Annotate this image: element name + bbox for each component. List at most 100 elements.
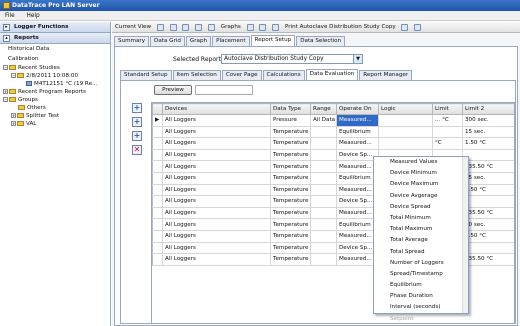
grid-cell[interactable]: 135.50 °C bbox=[462, 160, 514, 173]
tree-node[interactable]: − 2/8/2011 10:08:00 bbox=[0, 72, 110, 80]
grid-cell[interactable]: Temperature bbox=[270, 253, 311, 266]
grid-cell[interactable]: Temperature bbox=[270, 206, 311, 220]
nav-item-calibration[interactable]: Calibration bbox=[0, 54, 110, 64]
setup-tab[interactable]: Standard Setup bbox=[120, 70, 172, 80]
grid-cell[interactable]: Temperature bbox=[270, 195, 311, 208]
dropdown-option[interactable]: Device Spread bbox=[374, 202, 468, 213]
view-tab[interactable]: Data Grid bbox=[150, 36, 185, 46]
column-header[interactable]: Range bbox=[310, 103, 337, 115]
dropdown-scrollbar[interactable] bbox=[462, 157, 468, 313]
grid-cell[interactable]: 15 sec. bbox=[462, 171, 514, 185]
zoom-in-icon[interactable] bbox=[246, 24, 254, 31]
delete-row-icon[interactable]: ✕ bbox=[132, 145, 142, 155]
grid-cell[interactable] bbox=[378, 125, 433, 139]
grid-cell[interactable] bbox=[378, 137, 433, 150]
setup-tab[interactable]: Data Evaluation bbox=[305, 69, 359, 80]
collapse-icon[interactable]: ▴ bbox=[3, 35, 10, 42]
grid-cell[interactable]: 135.50 °C bbox=[462, 253, 514, 266]
dropdown-option[interactable]: Phase Duration bbox=[374, 291, 468, 302]
grid-cell[interactable]: 1.50 °C bbox=[462, 229, 514, 243]
undo-icon[interactable] bbox=[182, 24, 190, 31]
print-preview-icon[interactable] bbox=[414, 24, 422, 31]
grid-cell[interactable]: All Loggers bbox=[162, 125, 271, 139]
grid-cell[interactable]: 300 sec. bbox=[462, 114, 514, 127]
grid-cell[interactable]: All Loggers bbox=[162, 253, 271, 266]
tree-node[interactable]: + Splitter Test bbox=[0, 112, 110, 120]
grid-cell[interactable] bbox=[378, 114, 433, 127]
row-selector[interactable] bbox=[152, 195, 163, 208]
chevron-down-icon[interactable]: ▼ bbox=[353, 55, 362, 63]
grid-cell[interactable] bbox=[310, 125, 337, 139]
dropdown-option[interactable]: Device Minimum bbox=[374, 168, 468, 179]
grid-cell[interactable] bbox=[432, 125, 463, 139]
view-tab[interactable]: Data Selection bbox=[296, 36, 346, 46]
row-selector[interactable] bbox=[152, 206, 163, 220]
grid-cell[interactable]: All Loggers bbox=[162, 218, 271, 231]
column-header[interactable]: Limit bbox=[432, 103, 463, 115]
expand-icon[interactable]: + bbox=[11, 113, 16, 118]
dropdown-option[interactable]: Spread/Timestamp bbox=[374, 269, 468, 280]
dropdown-option[interactable]: Device Maximum bbox=[374, 179, 468, 190]
grid-cell[interactable]: 15 sec. bbox=[462, 125, 514, 139]
grid-cell[interactable]: All Loggers bbox=[162, 171, 271, 185]
row-selector[interactable] bbox=[152, 253, 163, 266]
expand-icon[interactable]: + bbox=[3, 89, 8, 94]
nav-item-historical-data[interactable]: Historical Data bbox=[0, 44, 110, 54]
dropdown-option[interactable]: Measured Values bbox=[374, 157, 468, 168]
grid-cell[interactable]: Temperature bbox=[270, 229, 311, 243]
print-report-button[interactable]: Print Autoclave Distribution Study Copy bbox=[285, 22, 396, 33]
grid-cell[interactable]: -- bbox=[462, 241, 514, 255]
preview-input[interactable] bbox=[195, 85, 253, 95]
grid-cell[interactable] bbox=[310, 148, 337, 162]
grid-cell[interactable]: Measured... bbox=[336, 114, 379, 127]
grid-cell[interactable]: Measured... bbox=[336, 137, 379, 150]
column-header[interactable]: Limit 2 bbox=[462, 103, 514, 115]
tree-node[interactable]: − Recent Studies bbox=[0, 64, 110, 72]
column-header[interactable]: Operate On bbox=[336, 103, 379, 115]
collapse-icon[interactable]: − bbox=[11, 73, 16, 78]
grid-cell[interactable] bbox=[310, 241, 337, 255]
grid-cell[interactable]: All Loggers bbox=[162, 241, 271, 255]
grid-cell[interactable] bbox=[310, 206, 337, 220]
column-header[interactable]: Logic bbox=[378, 103, 433, 115]
tree-node[interactable]: + VAL bbox=[0, 120, 110, 128]
grid-cell[interactable]: All Loggers bbox=[162, 206, 271, 220]
row-selector[interactable] bbox=[152, 148, 163, 162]
dropdown-option[interactable]: Interval (seconds) bbox=[374, 302, 468, 313]
grid-cell[interactable]: °C bbox=[432, 137, 463, 150]
refresh-icon[interactable] bbox=[207, 24, 215, 31]
row-selector[interactable] bbox=[152, 241, 163, 255]
grid-cell[interactable]: All Loggers bbox=[162, 229, 271, 243]
grid-cell[interactable]: -- bbox=[462, 195, 514, 208]
grid-cell[interactable]: 135.50 °C bbox=[462, 206, 514, 220]
add-row-icon[interactable]: + bbox=[132, 103, 142, 113]
grid-cell[interactable]: Temperature bbox=[270, 148, 311, 162]
grid-cell[interactable]: Pressure bbox=[270, 114, 311, 127]
view-tab[interactable]: Summary bbox=[114, 36, 150, 46]
grid-cell[interactable]: All Loggers bbox=[162, 195, 271, 208]
tree-node[interactable]: M4T12151 °C (19 Re... bbox=[0, 80, 110, 88]
grid-cell[interactable] bbox=[310, 195, 337, 208]
column-header[interactable]: Devices bbox=[162, 103, 271, 115]
grid-cell[interactable]: All Loggers bbox=[162, 183, 271, 197]
grid-cell[interactable] bbox=[310, 183, 337, 197]
logger-functions-header[interactable]: ▸ Logger Functions bbox=[0, 22, 110, 33]
table-row[interactable]: ▶ All Loggers Pressure All Data Measured....… bbox=[152, 114, 514, 127]
row-selector[interactable] bbox=[152, 183, 163, 197]
grid-cell[interactable]: Temperature bbox=[270, 160, 311, 173]
reports-header[interactable]: ▴ Reports bbox=[0, 33, 110, 44]
grid-cell[interactable]: Temperature bbox=[270, 171, 311, 185]
grid-cell[interactable]: Temperature bbox=[270, 241, 311, 255]
view-tab[interactable]: Graph bbox=[185, 36, 212, 46]
redo-icon[interactable] bbox=[195, 24, 203, 31]
expand-icon[interactable]: ▸ bbox=[3, 24, 10, 31]
grid-cell[interactable] bbox=[310, 160, 337, 173]
grid-cell[interactable]: Equilibrium bbox=[336, 125, 379, 139]
row-selector[interactable] bbox=[152, 171, 163, 185]
grid-cell[interactable]: Temperature bbox=[270, 125, 311, 139]
grid-cell[interactable]: All Loggers bbox=[162, 137, 271, 150]
grid-cell[interactable]: Temperature bbox=[270, 183, 311, 197]
grid-cell[interactable]: 1.50 °C bbox=[462, 183, 514, 197]
dropdown-option[interactable]: Total Spread bbox=[374, 247, 468, 258]
tree-node[interactable]: Others bbox=[0, 104, 110, 112]
